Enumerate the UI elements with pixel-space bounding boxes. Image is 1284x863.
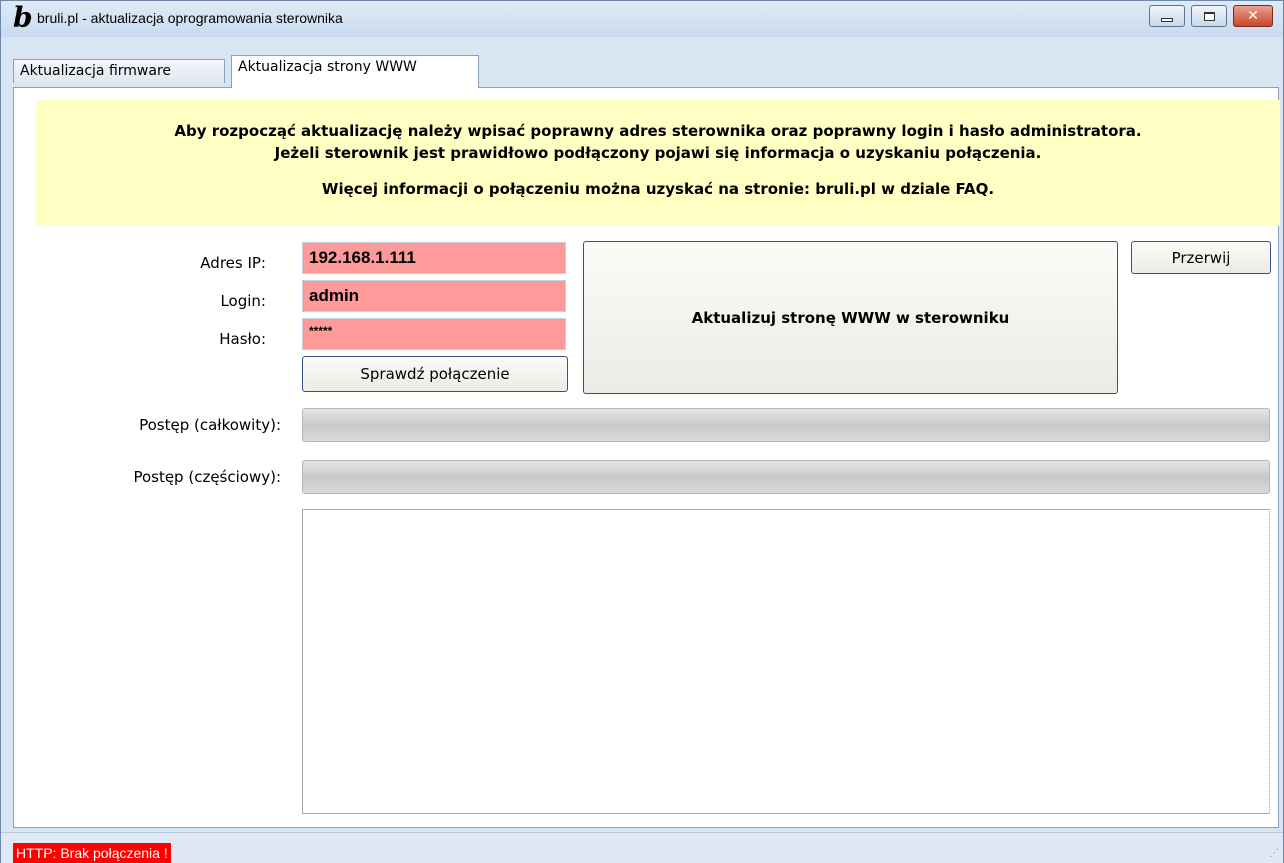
close-button[interactable]: ✕: [1233, 5, 1273, 27]
progress-partial-bar: [302, 460, 1270, 494]
login-input[interactable]: admin: [302, 280, 566, 312]
connection-status: HTTP: Brak połączenia !: [13, 843, 171, 863]
resize-grip-icon[interactable]: ⋰: [1269, 848, 1279, 859]
progress-total-bar: [302, 408, 1270, 442]
tab-panel: Aby rozpocząć aktualizację należy wpisać…: [13, 87, 1280, 828]
info-line-1: Aby rozpocząć aktualizację należy wpisać…: [174, 122, 1142, 140]
update-www-button[interactable]: Aktualizuj stronę WWW w sterowniku: [583, 241, 1118, 394]
ip-label: Adres IP:: [200, 254, 266, 272]
app-window: b bruli.pl - aktualizacja oprogramowania…: [0, 0, 1284, 863]
window-controls: ✕: [1149, 5, 1273, 27]
tab-www[interactable]: Aktualizacja strony WWW: [231, 55, 479, 88]
ip-input[interactable]: 192.168.1.111: [302, 242, 566, 274]
maximize-icon: [1203, 11, 1215, 21]
password-label: Hasło:: [219, 330, 266, 348]
progress-partial-label: Postęp (częściowy):: [133, 468, 281, 486]
password-input[interactable]: *****: [302, 318, 566, 350]
minimize-icon: [1161, 18, 1173, 22]
close-icon: ✕: [1247, 8, 1259, 24]
info-line-3: Więcej informacji o połączeniu można uzy…: [321, 180, 995, 198]
maximize-button[interactable]: [1191, 5, 1227, 27]
minimize-button[interactable]: [1149, 5, 1185, 27]
login-label: Login:: [220, 292, 266, 310]
app-logo-icon: b: [13, 1, 33, 34]
tab-firmware[interactable]: Aktualizacja firmware: [13, 59, 225, 83]
info-banner: Aby rozpocząć aktualizację należy wpisać…: [36, 100, 1280, 226]
log-textarea[interactable]: [302, 509, 1270, 814]
progress-total-label: Postęp (całkowity):: [139, 416, 281, 434]
check-connection-button[interactable]: Sprawdź połączenie: [302, 356, 568, 392]
status-bar: HTTP: Brak połączenia ! ⋰: [1, 832, 1283, 863]
title-bar[interactable]: b bruli.pl - aktualizacja oprogramowania…: [1, 1, 1283, 37]
info-line-2: Jeżeli sterownik jest prawidłowo podłącz…: [274, 144, 1042, 162]
abort-button[interactable]: Przerwij: [1131, 241, 1271, 274]
window-title: bruli.pl - aktualizacja oprogramowania s…: [37, 10, 343, 26]
